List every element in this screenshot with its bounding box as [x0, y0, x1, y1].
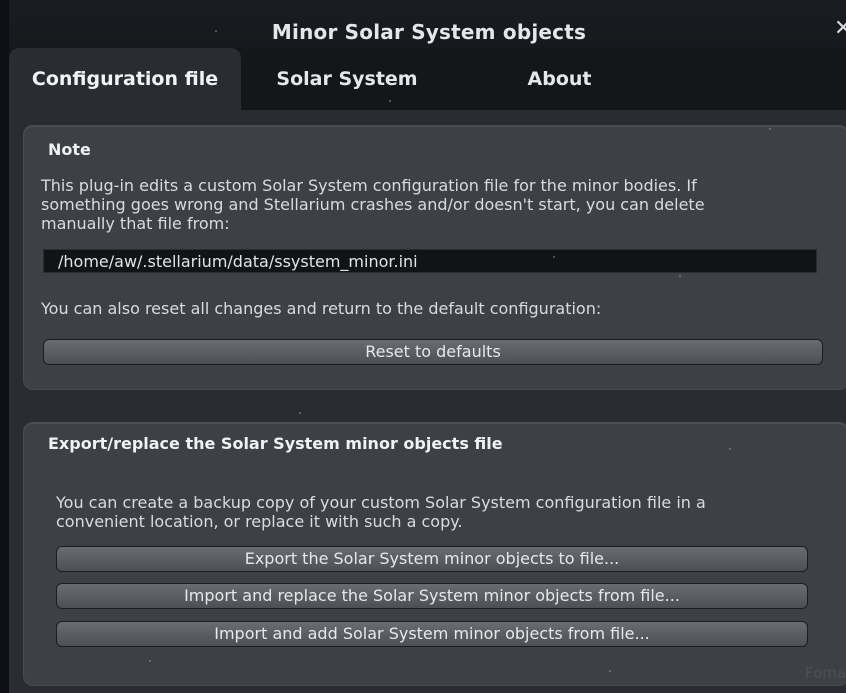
import-add-button[interactable]: Import and add Solar System minor object…: [56, 621, 808, 647]
background-label: Foma: [805, 664, 846, 682]
export-to-file-button[interactable]: Export the Solar System minor objects to…: [56, 546, 808, 572]
dialog-title: Minor Solar System objects: [271, 20, 587, 44]
note-panel-title: Note: [48, 140, 91, 159]
app-root: Minor Solar System objects ✕ Configurati…: [0, 0, 846, 693]
star-decoration: [729, 448, 731, 450]
reset-to-defaults-button[interactable]: Reset to defaults: [43, 339, 823, 365]
note-description-line-2: something goes wrong and Stellarium cras…: [41, 195, 705, 214]
export-panel-title: Export/replace the Solar System minor ob…: [48, 434, 503, 453]
export-description-line-2: convenient location, or replace it with …: [56, 512, 463, 531]
tab-about[interactable]: About: [487, 48, 632, 110]
plugin-dialog-window: Minor Solar System objects ✕ Configurati…: [9, 0, 846, 693]
close-icon[interactable]: ✕: [834, 16, 846, 41]
tab-solar-system[interactable]: Solar System: [247, 48, 447, 110]
note-description-line-3: manually that file from:: [41, 214, 230, 233]
star-decoration: [215, 30, 217, 32]
import-replace-button[interactable]: Import and replace the Solar System mino…: [56, 583, 808, 609]
export-description-line-1: You can create a backup copy of your cus…: [56, 493, 706, 512]
reset-description: You can also reset all changes and retur…: [41, 299, 602, 318]
tab-configuration-file[interactable]: Configuration file: [9, 48, 241, 110]
star-decoration: [149, 660, 151, 662]
star-decoration: [389, 100, 391, 102]
star-decoration: [609, 670, 611, 672]
star-decoration: [299, 412, 301, 414]
config-path-field[interactable]: /home/aw/.stellarium/data/ssystem_minor.…: [43, 249, 817, 273]
star-decoration: [679, 275, 681, 277]
note-description-line-1: This plug-in edits a custom Solar System…: [41, 176, 697, 195]
star-decoration: [553, 256, 555, 258]
star-decoration: [769, 128, 771, 130]
